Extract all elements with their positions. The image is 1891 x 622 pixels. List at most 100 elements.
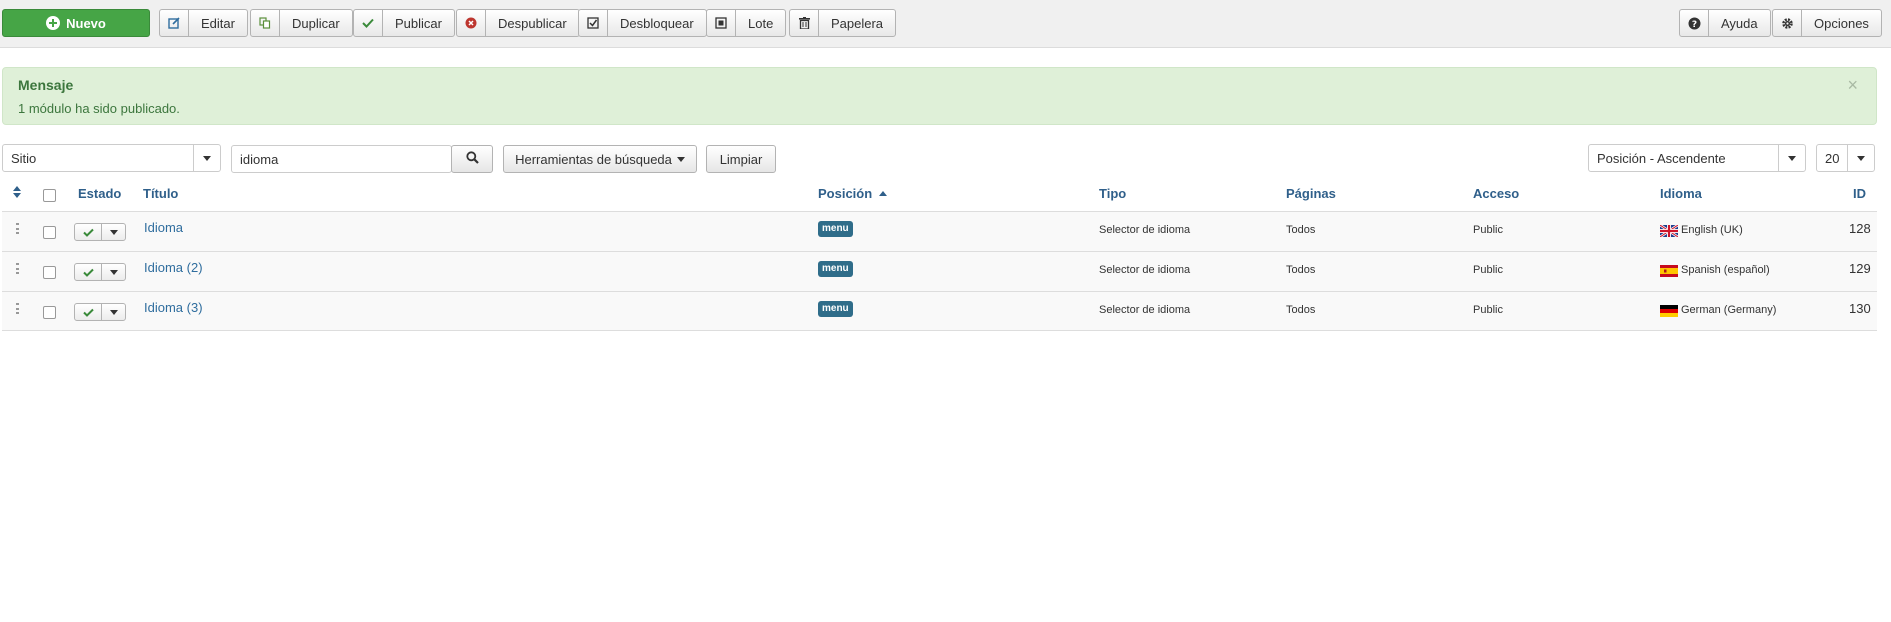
de-flag-icon [1660, 305, 1678, 317]
trash-button[interactable]: Papelera [789, 9, 897, 37]
header-language[interactable]: Idioma [1660, 186, 1702, 201]
row-language: German (Germany) [1681, 304, 1777, 316]
search-tools-button[interactable]: Herramientas de búsqueda [503, 145, 697, 173]
chevron-down-icon [1778, 145, 1805, 171]
ordering-select-value: Posición - Ascendente [1597, 150, 1726, 166]
trash-button-label: Papelera [831, 15, 884, 31]
options-button-label: Opciones [1814, 15, 1869, 31]
row-title-link[interactable]: Idioma [144, 220, 183, 235]
search-tools-label: Herramientas de búsqueda [515, 151, 672, 167]
svg-text:?: ? [1691, 20, 1696, 30]
search-input[interactable]: idioma [231, 145, 452, 173]
caret-down-icon[interactable] [102, 264, 125, 280]
options-button[interactable]: Opciones [1772, 9, 1882, 37]
check-icon [354, 10, 383, 36]
row-checkbox[interactable] [43, 306, 56, 319]
client-select[interactable]: Sitio [2, 144, 221, 172]
limit-select[interactable]: 20 [1816, 144, 1875, 172]
drag-handle-icon[interactable] [16, 303, 19, 314]
caret-down-icon [676, 156, 685, 162]
position-badge: menu [818, 261, 853, 277]
row-checkbox[interactable] [43, 266, 56, 279]
table-row: Idioma (2) menu Selector de idioma Todos… [2, 251, 1877, 291]
search-icon [465, 151, 479, 167]
chevron-down-icon [1847, 145, 1874, 171]
table-row: Idioma menu Selector de idioma Todos Pub… [2, 211, 1877, 251]
header-status[interactable]: Estado [78, 186, 121, 201]
row-pages: Todos [1286, 304, 1316, 316]
row-title-link[interactable]: Idioma (2) [144, 260, 203, 275]
toolbar: Nuevo Editar Duplicar Publicar Despublic… [0, 0, 1891, 48]
duplicate-button-label: Duplicar [292, 15, 340, 31]
row-id: 130 [1849, 301, 1871, 316]
row-pages: Todos [1286, 264, 1316, 276]
clear-button[interactable]: Limpiar [706, 145, 776, 173]
row-type: Selector de idioma [1099, 304, 1191, 316]
unpublish-icon [457, 10, 486, 36]
status-toggle[interactable] [74, 263, 126, 281]
sort-ascending-icon [878, 190, 887, 196]
ordering-select[interactable]: Posición - Ascendente [1588, 144, 1806, 172]
duplicate-button[interactable]: Duplicar [250, 9, 353, 37]
close-icon[interactable]: × [1847, 76, 1858, 94]
table-row: Idioma (3) menu Selector de idioma Todos… [2, 291, 1877, 331]
row-id: 129 [1849, 261, 1871, 276]
row-id: 128 [1849, 221, 1871, 236]
unlock-button-label: Desbloquear [620, 15, 694, 31]
drag-handle-icon[interactable] [16, 223, 19, 234]
header-type[interactable]: Tipo [1099, 186, 1126, 201]
row-access: Public [1473, 304, 1503, 316]
gear-icon [1773, 10, 1802, 36]
published-check-icon[interactable] [75, 304, 102, 320]
row-language: Spanish (español) [1681, 264, 1770, 276]
new-button-label: Nuevo [66, 15, 106, 31]
search-button[interactable] [451, 145, 493, 173]
published-check-icon[interactable] [75, 264, 102, 280]
batch-icon [707, 10, 736, 36]
message-title: Mensaje [18, 77, 74, 93]
chevron-down-icon [193, 145, 220, 171]
row-pages: Todos [1286, 224, 1316, 236]
edit-button[interactable]: Editar [159, 9, 248, 37]
publish-button[interactable]: Publicar [353, 9, 455, 37]
header-position-label: Posición [818, 186, 873, 201]
row-type: Selector de idioma [1099, 264, 1191, 276]
row-title-link[interactable]: Idioma (3) [144, 300, 203, 315]
edit-button-label: Editar [201, 15, 235, 31]
unlock-button[interactable]: Desbloquear [578, 9, 707, 37]
help-icon: ? [1680, 10, 1709, 36]
header-position[interactable]: Posición [818, 186, 887, 201]
position-badge: menu [818, 221, 853, 237]
row-checkbox[interactable] [43, 226, 56, 239]
edit-icon [160, 10, 189, 36]
plus-circle-icon [46, 16, 61, 30]
message-text: 1 módulo ha sido publicado. [18, 101, 180, 116]
sort-ordering-icon[interactable] [13, 186, 21, 201]
header-access[interactable]: Acceso [1473, 186, 1519, 201]
status-toggle[interactable] [74, 223, 126, 241]
caret-down-icon[interactable] [102, 304, 125, 320]
unpublish-button-label: Despublicar [498, 15, 567, 31]
header-id[interactable]: ID [1853, 186, 1866, 201]
new-button[interactable]: Nuevo [2, 9, 150, 37]
client-select-value: Sitio [11, 150, 37, 166]
row-access: Public [1473, 264, 1503, 276]
caret-down-icon[interactable] [102, 224, 125, 240]
published-check-icon[interactable] [75, 224, 102, 240]
copy-icon [251, 10, 280, 36]
clear-button-label: Limpiar [719, 151, 763, 167]
select-all-checkbox[interactable] [43, 189, 56, 202]
help-button[interactable]: ? Ayuda [1679, 9, 1771, 37]
checkbox-icon [579, 10, 608, 36]
drag-handle-icon[interactable] [16, 263, 19, 274]
help-button-label: Ayuda [1721, 15, 1758, 31]
header-title[interactable]: Título [143, 186, 178, 201]
search-input-value: idioma [240, 151, 279, 167]
row-language: English (UK) [1681, 224, 1743, 236]
header-pages[interactable]: Páginas [1286, 186, 1336, 201]
unpublish-button[interactable]: Despublicar [456, 9, 580, 37]
batch-button[interactable]: Lote [706, 9, 787, 37]
status-toggle[interactable] [74, 303, 126, 321]
es-flag-icon [1660, 265, 1678, 277]
uk-flag-icon [1660, 225, 1678, 237]
